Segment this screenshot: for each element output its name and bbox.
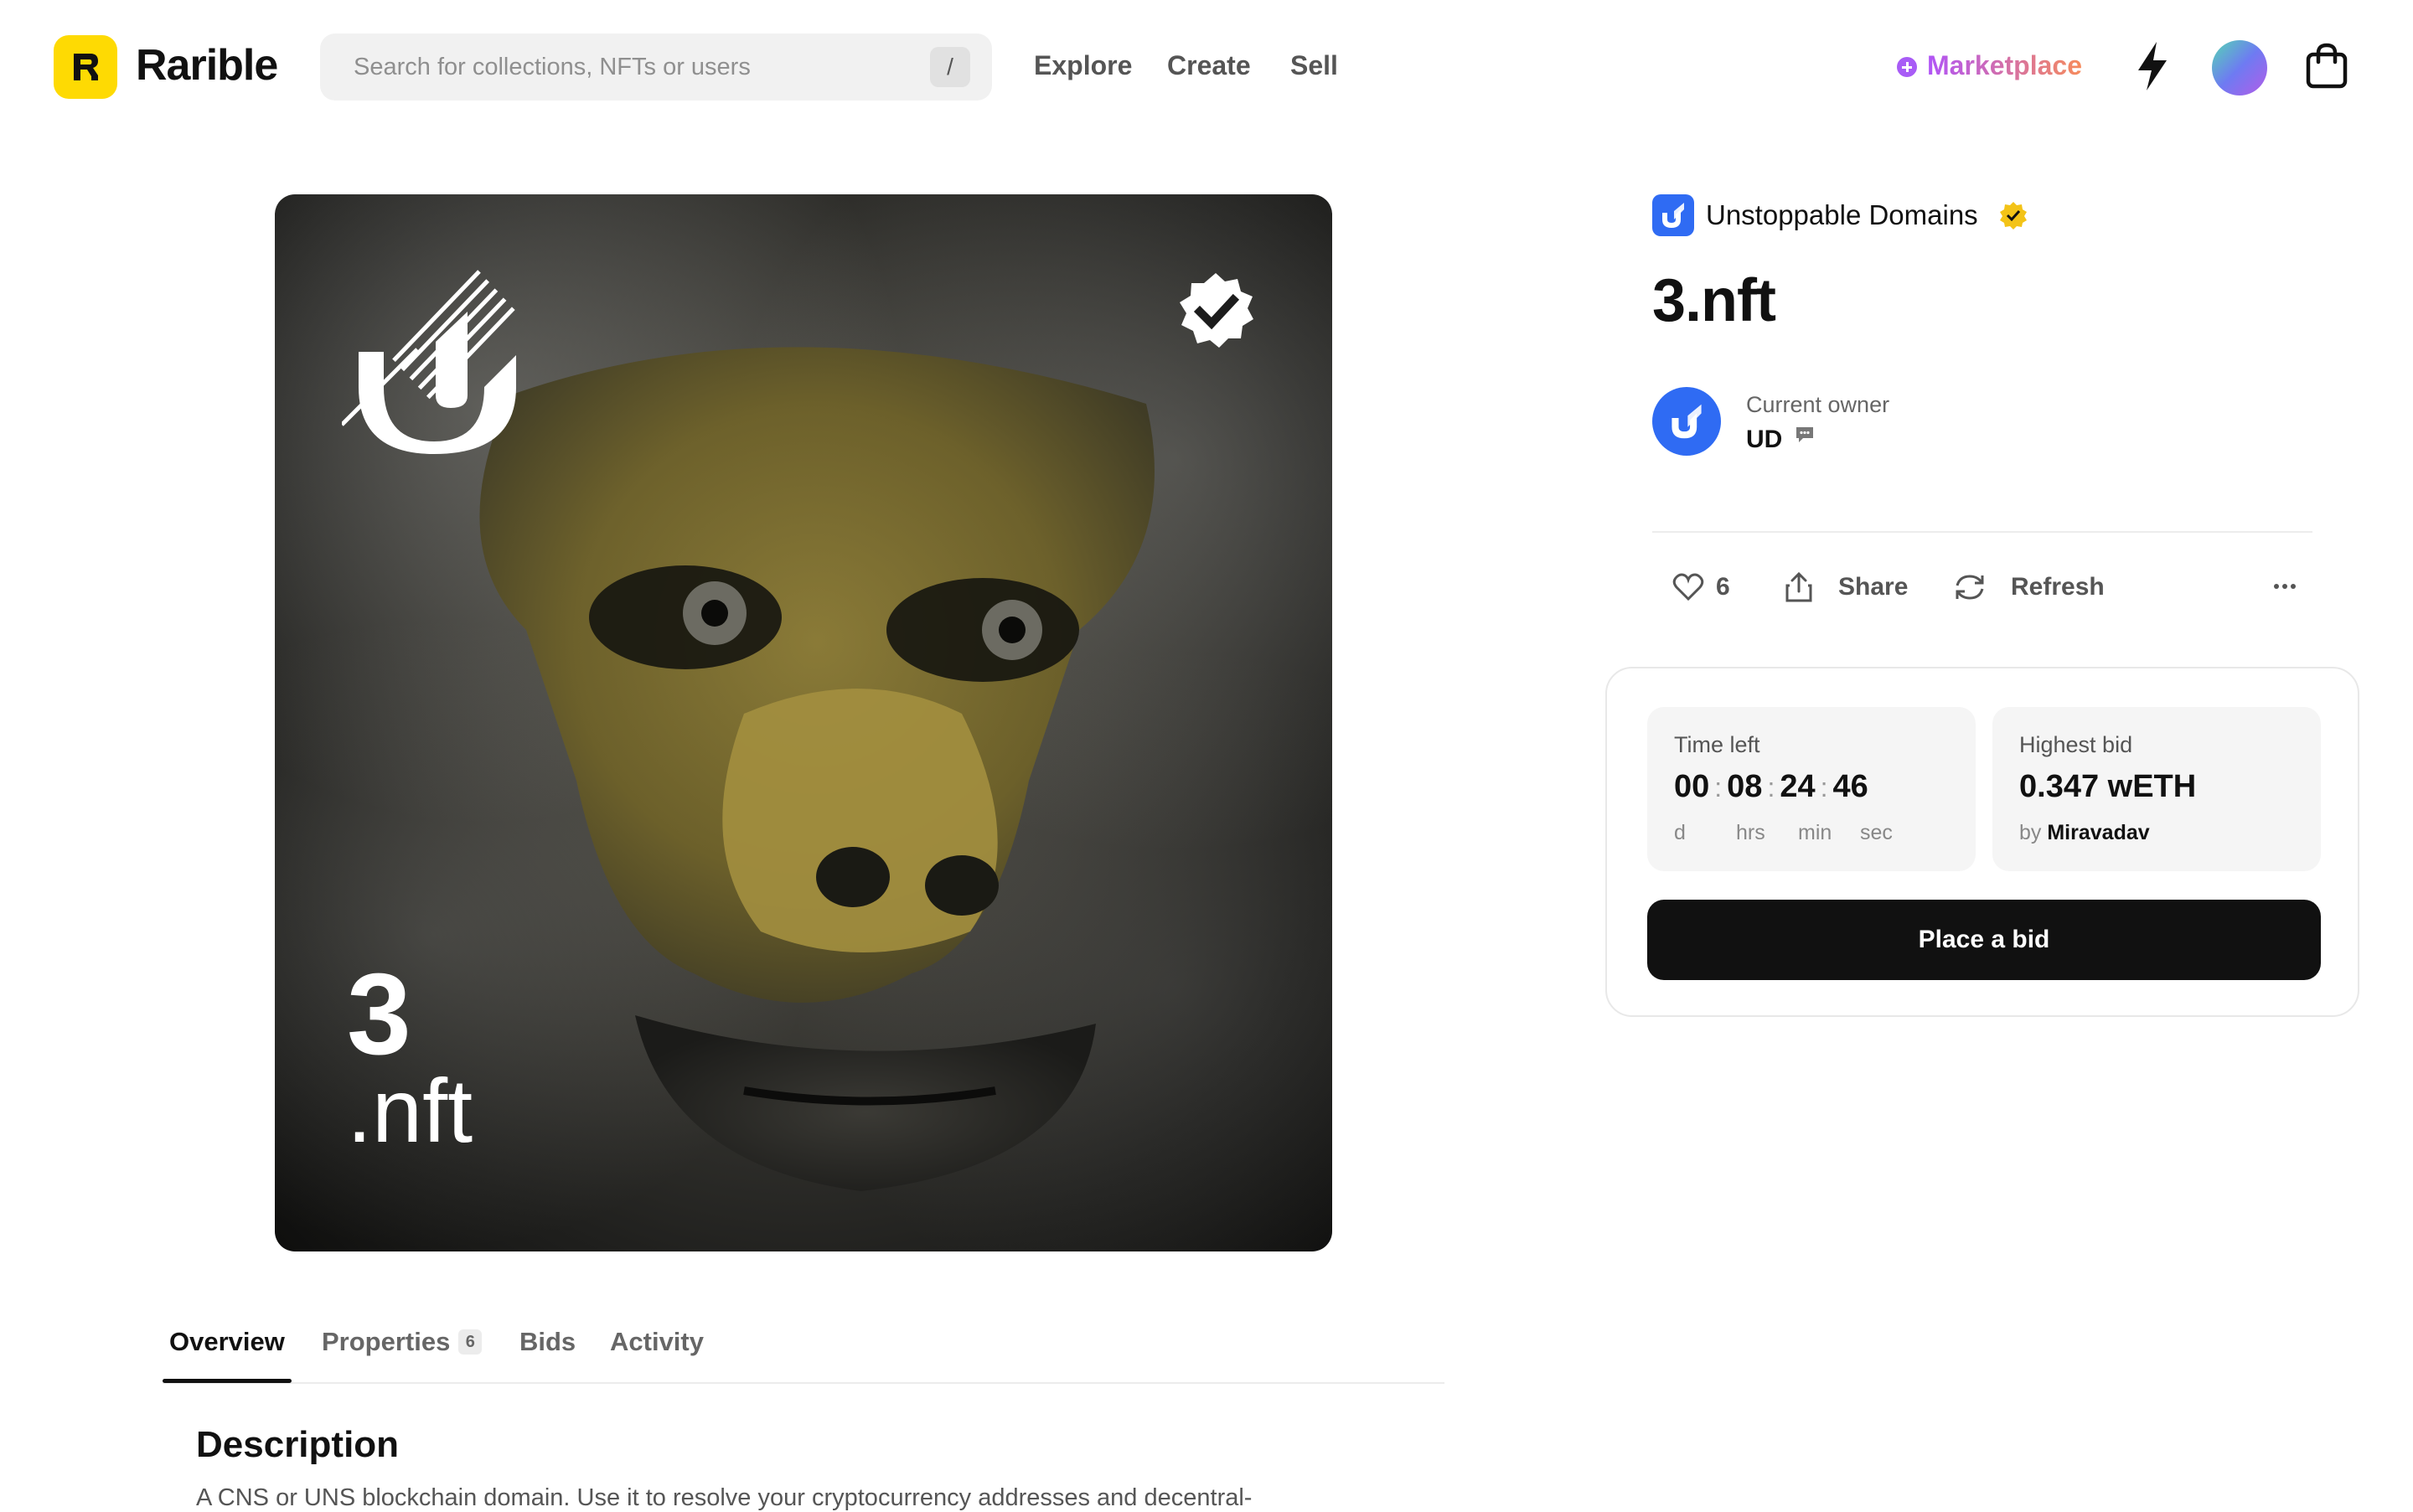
refresh-label: Refresh	[2011, 573, 2105, 601]
cart-icon[interactable]	[2306, 42, 2348, 89]
nft-image-number: 3	[347, 950, 411, 1079]
verified-seal-icon	[1180, 273, 1253, 348]
unit-days: d	[1674, 821, 1686, 844]
unit-minutes: min	[1798, 821, 1832, 844]
rarible-r-glyph	[74, 54, 98, 80]
highest-bid-label: Highest bid	[2019, 732, 2133, 757]
search-input[interactable]	[354, 50, 907, 84]
nft-image[interactable]: 3 .nft	[275, 194, 1332, 1251]
refresh-button[interactable]: Refresh	[1952, 561, 2111, 612]
countdown-days: 00	[1674, 769, 1710, 804]
chat-icon[interactable]	[1795, 426, 1815, 444]
description-text: A CNS or UNS blockchain domain. Use it t…	[196, 1484, 1253, 1511]
ud-glyph-icon	[1662, 203, 1684, 228]
share-button[interactable]: Share	[1785, 561, 1919, 612]
active-tab-indicator	[163, 1379, 292, 1383]
countdown-seconds: 46	[1832, 769, 1868, 804]
nft-title: 3.nft	[1652, 267, 1776, 334]
heart-icon	[1672, 573, 1704, 601]
lightning-icon[interactable]	[2135, 40, 2170, 92]
divider	[1652, 531, 2312, 533]
time-left-box: Time left 00:08:24:46 d hrs min sec	[1647, 707, 1976, 871]
owner-name[interactable]: UD	[1746, 426, 1782, 454]
tab-bids[interactable]: Bids	[519, 1327, 576, 1357]
like-button[interactable]: 6	[1672, 561, 1743, 612]
collection-name[interactable]: Unstoppable Domains	[1706, 199, 1978, 231]
owner-ud-icon	[1672, 404, 1702, 439]
nft-image-extension: .nft	[347, 1060, 473, 1161]
top-nav-bar: Rarible / Explore Create Sell Marketplac…	[0, 0, 2413, 134]
owner-label: Current owner	[1746, 392, 1890, 417]
description-heading: Description	[196, 1424, 400, 1465]
collection-ud-icon[interactable]	[1652, 194, 1694, 236]
bidder-prefix: by	[2019, 821, 2042, 844]
countdown-minutes: 24	[1780, 769, 1816, 804]
tab-properties[interactable]: Properties 6	[322, 1327, 483, 1357]
tab-properties-label: Properties	[322, 1327, 451, 1356]
highest-bid-value: 0.347 wETH	[2019, 769, 2197, 804]
ud-logo-watermark-icon	[342, 270, 516, 454]
like-count: 6	[1716, 573, 1730, 601]
countdown: 00:08:24:46	[1674, 769, 1868, 805]
nav-create[interactable]: Create	[1167, 50, 1251, 81]
countdown-sep: :	[1767, 772, 1775, 802]
detail-tabs: Overview Properties 6 Bids Activity	[163, 1307, 1444, 1384]
rarible-logo-icon[interactable]	[54, 35, 117, 99]
place-bid-button[interactable]: Place a bid	[1647, 900, 2321, 980]
bidder-line: by Miravadav	[2019, 821, 2150, 845]
countdown-hours: 08	[1727, 769, 1763, 804]
marketplace-plus-icon	[1897, 57, 1917, 77]
owner-avatar[interactable]	[1652, 387, 1721, 456]
search-shortcut-key: /	[930, 47, 970, 87]
tab-overview[interactable]: Overview	[169, 1327, 285, 1357]
marketplace-link[interactable]: Marketplace	[1927, 50, 2082, 81]
nav-sell[interactable]: Sell	[1290, 50, 1338, 81]
refresh-icon	[1956, 575, 1984, 600]
brand-name[interactable]: Rarible	[136, 40, 278, 90]
properties-count-badge: 6	[458, 1329, 483, 1355]
share-label: Share	[1838, 573, 1909, 601]
unit-seconds: sec	[1860, 821, 1893, 844]
time-left-label: Time left	[1674, 732, 1760, 757]
unit-hours: hrs	[1736, 821, 1765, 844]
user-avatar[interactable]	[2212, 40, 2267, 95]
auction-card: Time left 00:08:24:46 d hrs min sec High…	[1605, 667, 2359, 1017]
collection-verified-icon	[2000, 202, 2027, 230]
share-icon	[1785, 571, 1812, 602]
countdown-sep: :	[1820, 772, 1828, 802]
search-bar[interactable]: /	[320, 34, 992, 101]
nav-explore[interactable]: Explore	[1034, 50, 1132, 81]
bidder-name[interactable]: Miravadav	[2047, 821, 2149, 844]
countdown-sep: :	[1714, 772, 1723, 802]
highest-bid-box: Highest bid 0.347 wETH by Miravadav	[1992, 707, 2321, 871]
more-options-icon[interactable]	[2272, 580, 2297, 593]
tab-activity[interactable]: Activity	[610, 1327, 704, 1357]
